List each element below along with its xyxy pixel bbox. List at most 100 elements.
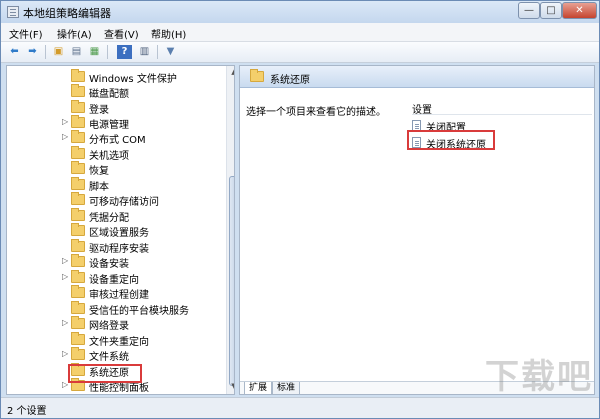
folder-icon — [71, 239, 85, 252]
folder-icon — [71, 130, 85, 143]
tree-item[interactable]: ▷ 设备安装 — [7, 254, 222, 270]
expand-icon[interactable]: ▷ — [62, 272, 68, 281]
column-header-label: 设置 — [412, 105, 432, 116]
setting-highlight-annotation — [407, 130, 495, 150]
filter-icon[interactable]: ▼ — [163, 45, 178, 59]
folder-icon — [71, 84, 85, 97]
tree-item-label: 恢复 — [89, 166, 109, 177]
tree-item[interactable]: ▷ 网络登录 — [7, 316, 222, 332]
folder-icon — [71, 161, 85, 174]
tree-item[interactable]: ▷ 电源管理 — [7, 115, 222, 131]
tab-standard[interactable]: 标准 — [272, 382, 301, 394]
tree-item-label: Windows 文件保护 — [89, 74, 177, 85]
tree-item[interactable]: 文件夹重定向 — [7, 332, 222, 348]
description-text: 选择一个项目来查看它的描述。 — [246, 107, 386, 118]
tree-item-label: 电源管理 — [89, 120, 129, 131]
folder-icon — [71, 115, 85, 128]
menu-view[interactable]: 查看(V) — [104, 26, 139, 41]
back-arrow-icon[interactable]: ⬅ — [7, 45, 22, 59]
details-title: 系统还原 — [270, 75, 310, 86]
menu-action[interactable]: 操作(A) — [57, 26, 92, 41]
show-hide-tree-icon[interactable]: ▤ — [69, 45, 84, 59]
tree-item[interactable]: 可移动存储访问 — [7, 192, 222, 208]
scroll-up-icon[interactable]: ▲ — [229, 68, 234, 78]
tree-item[interactable]: 驱动程序安装 — [7, 239, 222, 255]
window-title: 本地组策略编辑器 — [23, 7, 111, 20]
folder-icon — [71, 208, 85, 221]
expand-icon[interactable]: ▷ — [62, 349, 68, 358]
tree-item-label: 区域设置服务 — [89, 228, 149, 239]
expand-icon[interactable]: ▷ — [62, 117, 68, 126]
toolbar-separator — [45, 45, 46, 59]
tree-item-label: 设备重定向 — [89, 275, 139, 286]
tree-item[interactable]: 受信任的平台模块服务 — [7, 301, 222, 317]
close-button[interactable]: ✕ — [562, 2, 597, 19]
folder-icon — [250, 69, 264, 82]
selection-highlight-annotation — [68, 364, 142, 383]
tree-item[interactable]: 关机选项 — [7, 146, 222, 162]
folder-icon — [71, 270, 85, 283]
folder-icon — [71, 301, 85, 314]
expand-icon[interactable]: ▷ — [62, 132, 68, 141]
properties-icon[interactable]: ▥ — [137, 45, 152, 59]
details-header: 系统还原 — [240, 66, 594, 88]
minimize-button[interactable]: — — [518, 2, 540, 19]
settings-column-header[interactable]: 设置 — [412, 99, 592, 116]
tree-item-label: 文件系统 — [89, 352, 129, 363]
tree-item-label: 审核过程创建 — [89, 290, 149, 301]
tree-item[interactable]: ▷ 文件系统 — [7, 347, 222, 363]
folder-icon — [71, 177, 85, 190]
folder-icon — [71, 316, 85, 329]
tree-item[interactable]: 凭据分配 — [7, 208, 222, 224]
status-bar: 2 个设置 — [1, 397, 599, 418]
toolbar-separator — [157, 45, 158, 59]
scroll-down-icon[interactable]: ▼ — [229, 382, 234, 392]
details-pane: 系统还原 选择一个项目来查看它的描述。 设置 关闭配置 关闭系统还原 扩展 标准 — [239, 65, 595, 395]
up-folder-icon[interactable]: ▣ — [51, 45, 66, 59]
view-tabs: 扩展 标准 — [240, 381, 594, 394]
status-text: 2 个设置 — [7, 406, 47, 417]
tree-item-label: 驱动程序安装 — [89, 244, 149, 255]
tree-item-label: 受信任的平台模块服务 — [89, 306, 189, 317]
tree-item-label: 登录 — [89, 105, 109, 116]
expand-icon[interactable]: ▷ — [62, 256, 68, 265]
policy-editor-icon — [7, 6, 19, 18]
folder-icon — [71, 332, 85, 345]
export-list-icon[interactable]: ▦ — [87, 45, 102, 59]
menu-help[interactable]: 帮助(H) — [151, 26, 186, 41]
tree-item[interactable]: ▷ 分布式 COM — [7, 130, 222, 146]
tree-item-label: 文件夹重定向 — [89, 337, 149, 348]
maximize-button[interactable]: □ — [540, 2, 562, 19]
tree-item-label: 脚本 — [89, 182, 109, 193]
main-window: 本地组策略编辑器 — □ ✕ 文件(F) 操作(A) 查看(V) 帮助(H) ⬅… — [0, 0, 600, 419]
help-icon[interactable]: ? — [117, 45, 132, 59]
tree-item-label: 可移动存储访问 — [89, 197, 159, 208]
title-bar[interactable]: 本地组策略编辑器 — □ ✕ — [1, 1, 599, 23]
expand-icon[interactable]: ▷ — [62, 318, 68, 327]
toolbar-separator — [107, 45, 108, 59]
folder-icon — [71, 69, 85, 82]
folder-icon — [71, 347, 85, 360]
tree-item[interactable]: 恢复 — [7, 161, 222, 177]
tree-item-label: 分布式 COM — [89, 135, 146, 146]
folder-icon — [71, 254, 85, 267]
folder-icon — [71, 100, 85, 113]
tree-item[interactable]: Windows 文件保护 — [7, 69, 222, 85]
tree-item-label: 磁盘配额 — [89, 89, 129, 100]
tree-item[interactable]: ▷ 设备重定向 — [7, 270, 222, 286]
menu-file[interactable]: 文件(F) — [9, 26, 43, 41]
tree-pane[interactable]: Windows 文件保护 磁盘配额 登录 ▷ 电源管理 ▷ 分布式 COM 关机选项… — [6, 65, 235, 395]
tree-scrollbar[interactable]: ▲ ▼ — [226, 66, 234, 394]
folder-icon — [71, 285, 85, 298]
tree-item-label: 关机选项 — [89, 151, 129, 162]
tree-item[interactable]: 区域设置服务 — [7, 223, 222, 239]
tree-item[interactable]: 脚本 — [7, 177, 222, 193]
folder-icon — [71, 192, 85, 205]
tree-item[interactable]: 审核过程创建 — [7, 285, 222, 301]
tree-item[interactable]: 登录 — [7, 100, 222, 116]
forward-arrow-icon[interactable]: ➡ — [25, 45, 40, 59]
tree-item[interactable]: 磁盘配额 — [7, 84, 222, 100]
scroll-thumb[interactable] — [229, 176, 234, 386]
tab-extended[interactable]: 扩展 — [244, 382, 273, 394]
toolbar: ⬅ ➡ ▣ ▤ ▦ ? ▥ ▼ — [1, 42, 599, 63]
